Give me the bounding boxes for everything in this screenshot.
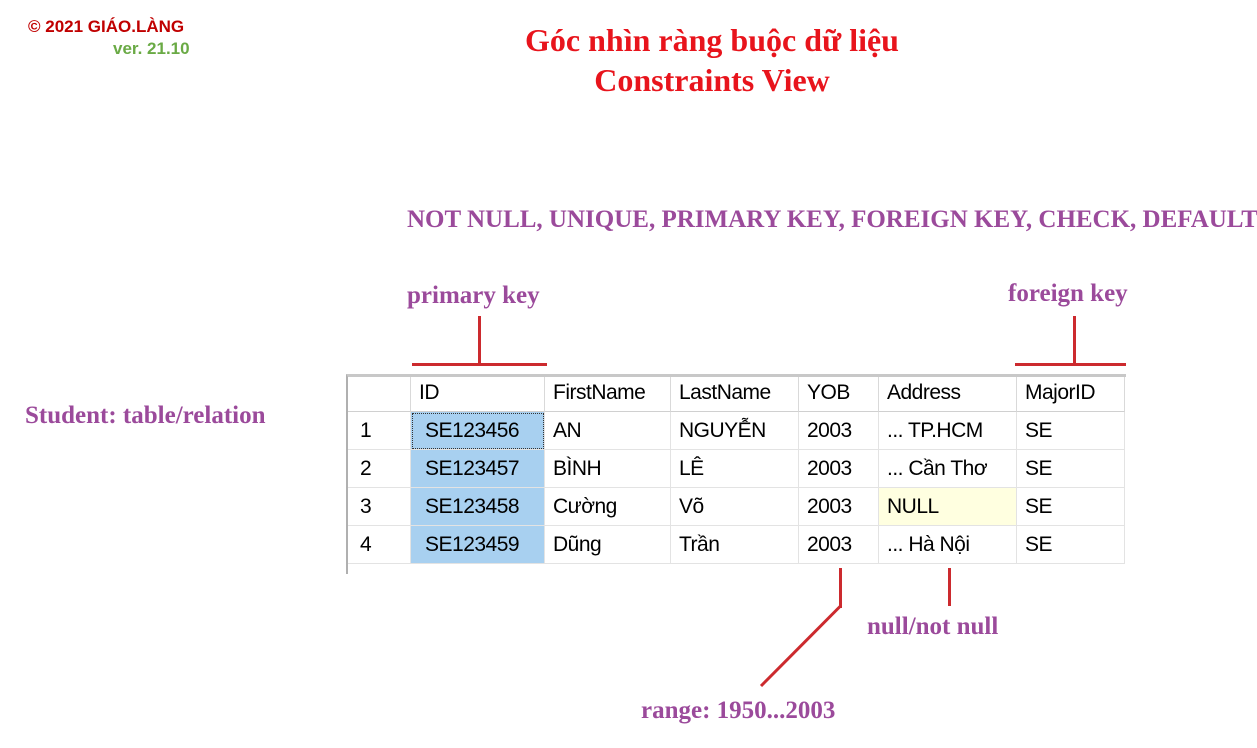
foreign-key-pointer-vertical: [1073, 316, 1076, 364]
primary-key-label: primary key: [407, 282, 540, 309]
grid-cell-id[interactable]: SE123456: [411, 412, 545, 450]
grid-cell-firstname[interactable]: Cường: [545, 488, 671, 526]
grid-cell-yob[interactable]: 2003: [799, 450, 879, 488]
row-header[interactable]: 1: [346, 412, 411, 450]
slide-title-vietnamese: Góc nhìn ràng buộc dữ liệu: [525, 22, 899, 58]
grid-cell-lastname[interactable]: Võ: [671, 488, 799, 526]
grid-cell-lastname[interactable]: NGUYỄN: [671, 412, 799, 450]
grid-cell-majorid[interactable]: SE: [1017, 450, 1125, 488]
grid-cell-id[interactable]: SE123457: [411, 450, 545, 488]
foreign-key-pointer-horizontal: [1015, 363, 1126, 366]
grid-cell-yob[interactable]: 2003: [799, 526, 879, 564]
range-pointer-vertical: [839, 568, 842, 608]
student-results-grid[interactable]: ID FirstName LastName YOB Address MajorID 1 SE1…: [346, 374, 1126, 574]
column-header-lastname[interactable]: LastName: [671, 374, 799, 412]
grid-cell-lastname[interactable]: LÊ: [671, 450, 799, 488]
grid-cell-address[interactable]: ... TP.HCM: [879, 412, 1017, 450]
grid-cell-address[interactable]: ... Cần Thơ: [879, 450, 1017, 488]
grid-cell-id[interactable]: SE123458: [411, 488, 545, 526]
null-not-null-label: null/not null: [867, 613, 999, 640]
column-header-address[interactable]: Address: [879, 374, 1017, 412]
grid-cell-majorid[interactable]: SE: [1017, 526, 1125, 564]
table-relation-label: Student: table/relation: [25, 402, 266, 429]
grid-cell-yob[interactable]: 2003: [799, 488, 879, 526]
grid-cell-firstname[interactable]: Dũng: [545, 526, 671, 564]
slide-title-english: Constraints View: [594, 62, 830, 98]
foreign-key-label: foreign key: [1008, 280, 1128, 307]
column-header-id[interactable]: ID: [411, 374, 545, 412]
grid-cell-address[interactable]: NULL: [879, 488, 1017, 526]
constraints-list: NOT NULL, UNIQUE, PRIMARY KEY, FOREIGN K…: [407, 206, 1257, 233]
row-header[interactable]: 4: [346, 526, 411, 564]
row-header[interactable]: 2: [346, 450, 411, 488]
column-header-majorid[interactable]: MajorID: [1017, 374, 1125, 412]
grid-cell-id[interactable]: SE123459: [411, 526, 545, 564]
grid-cell-majorid[interactable]: SE: [1017, 488, 1125, 526]
primary-key-pointer-horizontal: [412, 363, 547, 366]
range-pointer-diagonal: [759, 604, 842, 688]
grid-cell-yob[interactable]: 2003: [799, 412, 879, 450]
column-header-yob[interactable]: YOB: [799, 374, 879, 412]
row-header[interactable]: 3: [346, 488, 411, 526]
grid-corner-header[interactable]: [346, 374, 411, 412]
grid-cell-firstname[interactable]: BÌNH: [545, 450, 671, 488]
column-header-firstname[interactable]: FirstName: [545, 374, 671, 412]
grid-cell-majorid[interactable]: SE: [1017, 412, 1125, 450]
copyright-text: © 2021 GIÁO.LÀNG: [28, 17, 185, 36]
primary-key-pointer-vertical: [478, 316, 481, 364]
grid-cell-firstname[interactable]: AN: [545, 412, 671, 450]
version-text: ver. 21.10: [113, 39, 190, 58]
grid-cell-address[interactable]: ... Hà Nội: [879, 526, 1017, 564]
range-label: range: 1950...2003: [641, 697, 836, 724]
grid-cell-lastname[interactable]: Trần: [671, 526, 799, 564]
